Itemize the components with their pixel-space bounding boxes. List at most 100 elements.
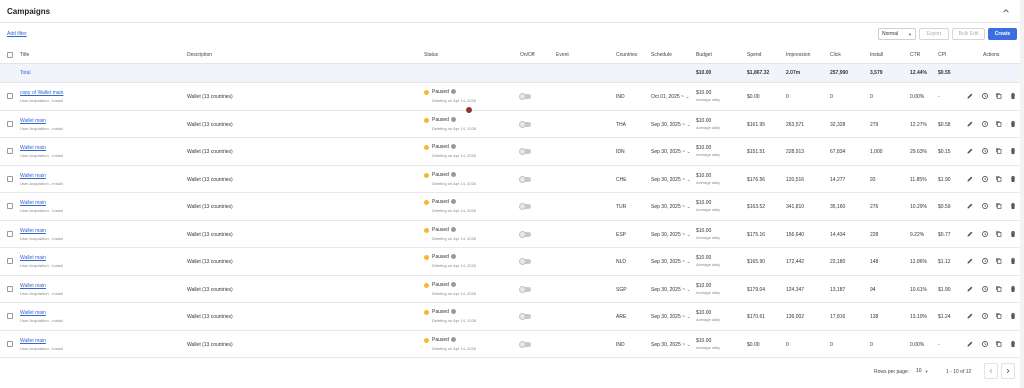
column-cpi[interactable]: CPI <box>938 52 946 58</box>
copy-icon[interactable] <box>995 147 1003 155</box>
history-icon[interactable] <box>981 340 989 348</box>
edit-icon[interactable] <box>966 230 974 238</box>
history-icon[interactable] <box>981 175 989 183</box>
row-checkbox[interactable] <box>7 203 13 209</box>
row-checkbox[interactable] <box>7 175 13 182</box>
history-icon[interactable] <box>981 285 989 293</box>
edit-icon[interactable] <box>966 257 974 265</box>
onoff-toggle[interactable] <box>519 175 531 183</box>
onoff-toggle[interactable] <box>519 93 531 100</box>
column-spend[interactable]: Spend <box>747 52 761 58</box>
info-icon[interactable] <box>451 171 456 177</box>
chevron-down-icon[interactable]: ⌄ <box>685 94 689 100</box>
info-icon[interactable] <box>451 254 456 259</box>
row-checkbox[interactable] <box>7 148 13 154</box>
column-title[interactable]: Title <box>20 52 29 58</box>
delete-icon[interactable] <box>1009 120 1017 128</box>
info-icon[interactable] <box>451 89 456 94</box>
edit-icon[interactable] <box>966 92 974 100</box>
edit-icon[interactable] <box>966 202 974 210</box>
chevron-down-icon[interactable]: ⌄ <box>686 342 690 348</box>
onoff-toggle[interactable] <box>519 285 531 293</box>
delete-icon[interactable] <box>1009 230 1017 238</box>
info-icon[interactable] <box>451 116 456 122</box>
edit-icon[interactable] <box>966 175 974 183</box>
bulk-edit-button[interactable]: Bulk Edit <box>952 28 985 40</box>
onoff-toggle[interactable] <box>519 203 531 210</box>
info-icon[interactable] <box>451 281 456 287</box>
delete-icon[interactable] <box>1009 285 1017 293</box>
onoff-toggle[interactable] <box>519 230 531 238</box>
info-icon[interactable] <box>451 336 456 342</box>
info-icon[interactable] <box>451 199 456 204</box>
edit-icon[interactable] <box>966 312 974 320</box>
history-icon[interactable] <box>981 202 989 210</box>
copy-icon[interactable] <box>995 257 1003 265</box>
history-icon[interactable] <box>981 92 989 100</box>
campaign-title-link[interactable]: Wallet main <box>20 255 46 261</box>
edit-icon[interactable] <box>966 285 974 293</box>
copy-icon[interactable] <box>995 92 1003 100</box>
column-countries[interactable]: Countries <box>616 52 637 58</box>
row-checkbox[interactable] <box>7 258 13 264</box>
rows-per-page-select[interactable]: 10 ▼ <box>913 365 933 377</box>
campaign-title-link[interactable]: Wallet main <box>20 310 46 316</box>
delete-icon[interactable] <box>1009 202 1017 210</box>
info-icon[interactable] <box>451 309 456 314</box>
column-click[interactable]: Click <box>830 52 841 58</box>
chevron-down-icon[interactable]: ⌄ <box>686 177 690 183</box>
campaign-title-link[interactable]: Wallet main <box>20 145 46 151</box>
copy-icon[interactable] <box>995 340 1003 348</box>
chevron-down-icon[interactable]: ⌄ <box>686 204 690 210</box>
copy-icon[interactable] <box>995 202 1003 210</box>
history-icon[interactable] <box>981 147 989 155</box>
chevron-down-icon[interactable]: ⌄ <box>686 287 690 293</box>
delete-icon[interactable] <box>1009 175 1017 183</box>
select-all-checkbox[interactable] <box>7 52 13 58</box>
column-schedule[interactable]: Schedule <box>651 52 672 58</box>
info-icon[interactable] <box>451 144 456 149</box>
column-description[interactable]: Description <box>187 52 212 58</box>
column-event[interactable]: Event <box>556 52 569 58</box>
column-onoff[interactable]: On/Off <box>520 52 535 58</box>
add-filter-link[interactable]: Add filter <box>7 31 27 37</box>
copy-icon[interactable] <box>995 175 1003 183</box>
history-icon[interactable] <box>981 312 989 320</box>
delete-icon[interactable] <box>1009 92 1017 100</box>
history-icon[interactable] <box>981 230 989 238</box>
info-icon[interactable] <box>451 226 456 232</box>
history-icon[interactable] <box>981 120 989 128</box>
next-page-button[interactable] <box>1001 363 1015 379</box>
copy-icon[interactable] <box>995 230 1003 238</box>
row-checkbox[interactable] <box>7 313 13 319</box>
delete-icon[interactable] <box>1009 340 1017 348</box>
column-budget[interactable]: Budget <box>696 52 712 58</box>
edit-icon[interactable] <box>966 147 974 155</box>
delete-icon[interactable] <box>1009 312 1017 320</box>
history-icon[interactable] <box>981 257 989 265</box>
view-select[interactable]: Normal ▼ <box>878 28 916 40</box>
row-checkbox[interactable] <box>7 120 13 127</box>
campaign-title-link[interactable]: Wallet main <box>20 173 46 179</box>
copy-icon[interactable] <box>995 120 1003 128</box>
delete-icon[interactable] <box>1009 147 1017 155</box>
row-checkbox[interactable] <box>7 93 13 99</box>
chevron-down-icon[interactable]: ⌄ <box>686 259 690 265</box>
chevron-down-icon[interactable]: ⌄ <box>686 314 690 320</box>
row-checkbox[interactable] <box>7 230 13 237</box>
onoff-toggle[interactable] <box>519 258 531 265</box>
create-button[interactable]: Create <box>988 28 1017 40</box>
campaign-title-link[interactable]: Wallet main <box>20 200 46 206</box>
row-checkbox[interactable] <box>7 340 13 347</box>
onoff-toggle[interactable] <box>519 313 531 320</box>
onoff-toggle[interactable] <box>519 148 531 155</box>
delete-icon[interactable] <box>1009 257 1017 265</box>
chevron-down-icon[interactable]: ⌄ <box>686 149 690 155</box>
copy-icon[interactable] <box>995 285 1003 293</box>
column-install[interactable]: Install <box>870 52 883 58</box>
edit-icon[interactable] <box>966 340 974 348</box>
column-impression[interactable]: Impression <box>786 52 810 58</box>
copy-icon[interactable] <box>995 312 1003 320</box>
onoff-toggle[interactable] <box>519 340 531 348</box>
campaign-title-link[interactable]: Wallet main <box>20 228 46 234</box>
